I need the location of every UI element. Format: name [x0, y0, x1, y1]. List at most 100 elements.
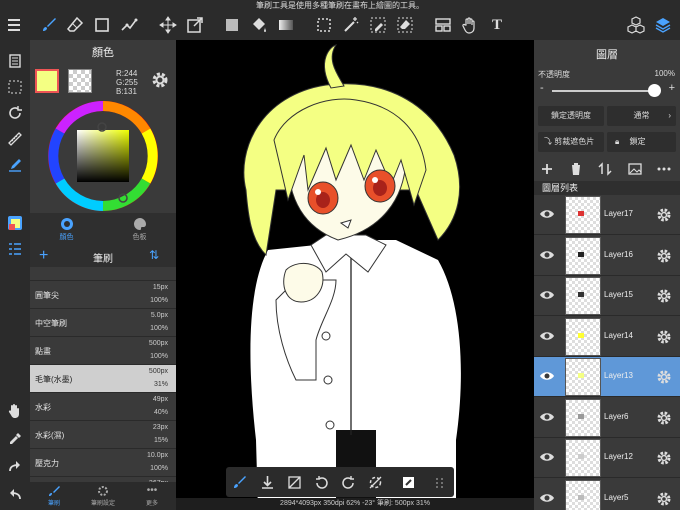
- eye-icon[interactable]: [539, 329, 555, 343]
- stabilizer-brush-icon[interactable]: [229, 472, 249, 492]
- opacity-slider[interactable]: [552, 90, 654, 92]
- brush-list-item[interactable]: 水彩 49px 40%: [30, 393, 176, 421]
- grip-icon[interactable]: [429, 472, 449, 492]
- select-pen-icon[interactable]: [367, 14, 389, 36]
- sub-color-swatch[interactable]: [68, 69, 92, 93]
- more-icon: •••: [146, 485, 158, 496]
- hand-icon[interactable]: [459, 14, 481, 36]
- snap-icon[interactable]: [118, 14, 140, 36]
- fill-color-icon[interactable]: [221, 14, 243, 36]
- opacity-increase-button[interactable]: +: [669, 82, 675, 94]
- gear-icon[interactable]: [656, 248, 672, 264]
- layer-row[interactable]: Layer5: [534, 478, 680, 510]
- tab-palette[interactable]: 色板: [103, 215, 176, 245]
- brush-icon[interactable]: [38, 14, 60, 36]
- eye-icon[interactable]: [539, 288, 555, 302]
- layer-row[interactable]: Layer12: [534, 438, 680, 478]
- clear-icon[interactable]: [284, 472, 304, 492]
- layer-thumbnail: [565, 398, 601, 437]
- rectangle-icon[interactable]: [91, 14, 113, 36]
- brush-list-item[interactable]: 毛筆(水墨) 500px 31%: [30, 365, 176, 393]
- gear-icon[interactable]: [656, 329, 672, 345]
- gear-icon[interactable]: [656, 450, 672, 466]
- color-wheel[interactable]: [47, 100, 159, 212]
- brush-list-item[interactable]: 點畫 500px 100%: [30, 337, 176, 365]
- lock-icon: 🔒︎: [615, 137, 620, 146]
- lock-layer-button[interactable]: 🔒︎ 鎖定: [607, 132, 676, 152]
- gear-icon[interactable]: [656, 410, 672, 426]
- layout-icon[interactable]: [432, 14, 454, 36]
- gear-icon[interactable]: [656, 491, 672, 507]
- magic-wand-icon[interactable]: [340, 14, 362, 36]
- pages-icon[interactable]: [4, 50, 26, 72]
- redo-icon[interactable]: [4, 456, 26, 478]
- layer-row[interactable]: Layer14: [534, 316, 680, 357]
- sort-brush-icon[interactable]: ⇅: [149, 248, 159, 262]
- tab-color[interactable]: 顏色: [30, 215, 103, 245]
- reset-rotation-icon[interactable]: [365, 472, 385, 492]
- layer-row[interactable]: Layer17: [534, 195, 680, 235]
- menu-icon[interactable]: [3, 14, 25, 36]
- layer-row[interactable]: Layer15: [534, 276, 680, 316]
- opacity-decrease-button[interactable]: -: [540, 82, 544, 94]
- select-deselect-icon[interactable]: [4, 76, 26, 98]
- more-options-icon[interactable]: [655, 160, 673, 178]
- eye-icon[interactable]: [539, 248, 555, 262]
- undo-icon[interactable]: [4, 484, 26, 506]
- color-panel-toggle-icon[interactable]: [4, 212, 26, 234]
- fill-tool-icon[interactable]: [398, 472, 418, 492]
- layer-name: Layer13: [604, 371, 633, 380]
- gear-icon[interactable]: [150, 70, 170, 90]
- rgb-b-value: B:131: [116, 87, 137, 96]
- download-icon[interactable]: [257, 472, 277, 492]
- gear-icon[interactable]: [656, 369, 672, 385]
- eye-icon[interactable]: [539, 491, 555, 505]
- eye-icon[interactable]: [539, 450, 555, 464]
- eye-icon[interactable]: [539, 369, 555, 383]
- drawing-canvas[interactable]: [176, 40, 534, 510]
- opacity-slider-handle[interactable]: [648, 84, 661, 97]
- add-layer-icon[interactable]: [538, 160, 556, 178]
- ruler-icon[interactable]: [4, 128, 26, 150]
- gear-icon[interactable]: [656, 288, 672, 304]
- rotate-right-icon[interactable]: [338, 472, 358, 492]
- eye-icon[interactable]: [539, 410, 555, 424]
- lock-alpha-button[interactable]: 鎖定透明度: [538, 106, 604, 126]
- hand-tool-icon[interactable]: [4, 400, 26, 422]
- brush-list-item[interactable]: 中空筆刷 5.0px 100%: [30, 309, 176, 337]
- eyedropper-icon[interactable]: [4, 428, 26, 450]
- layer-row[interactable]: Layer6: [534, 397, 680, 438]
- select-eraser-icon[interactable]: [394, 14, 416, 36]
- pen-settings-icon[interactable]: [4, 154, 26, 176]
- layer-name: Layer14: [604, 330, 633, 340]
- reorder-icon[interactable]: [596, 160, 614, 178]
- rotate-left-icon[interactable]: [311, 472, 331, 492]
- layer-row[interactable]: Layer16: [534, 235, 680, 276]
- brush-list-item[interactable]: 壓克力 10.0px 100%: [30, 449, 176, 477]
- select-rect-icon[interactable]: [313, 14, 335, 36]
- tab-brush[interactable]: 筆刷: [30, 484, 78, 510]
- rotate-icon[interactable]: [4, 102, 26, 124]
- trash-icon[interactable]: [567, 160, 585, 178]
- clipping-button[interactable]: ⤵ 剪裁遮色片: [538, 132, 604, 152]
- blend-mode-select[interactable]: 通常 ›: [607, 106, 676, 126]
- brush-list-item[interactable]: 水彩(濕) 23px 15%: [30, 421, 176, 449]
- main-color-swatch[interactable]: [35, 69, 59, 93]
- layer-row[interactable]: Layer13: [534, 357, 680, 397]
- move-icon[interactable]: [157, 14, 179, 36]
- brush-list-toggle-icon[interactable]: [4, 238, 26, 260]
- tab-brush-settings[interactable]: 筆刷設定: [79, 484, 127, 510]
- gear-icon[interactable]: [656, 207, 672, 223]
- layers-icon[interactable]: [652, 14, 674, 36]
- transform-icon[interactable]: [184, 14, 206, 36]
- eraser-icon[interactable]: [64, 14, 86, 36]
- brush-list-item[interactable]: 圓筆尖 15px 100%: [30, 281, 176, 309]
- tab-color-label: 顏色: [59, 234, 74, 241]
- gradient-icon[interactable]: [275, 14, 297, 36]
- bucket-icon[interactable]: [248, 14, 270, 36]
- tab-more[interactable]: ••• 更多: [128, 484, 176, 510]
- image-layer-icon[interactable]: [626, 160, 644, 178]
- material-icon[interactable]: [625, 14, 647, 36]
- eye-icon[interactable]: [539, 207, 555, 221]
- text-icon[interactable]: T: [486, 14, 508, 36]
